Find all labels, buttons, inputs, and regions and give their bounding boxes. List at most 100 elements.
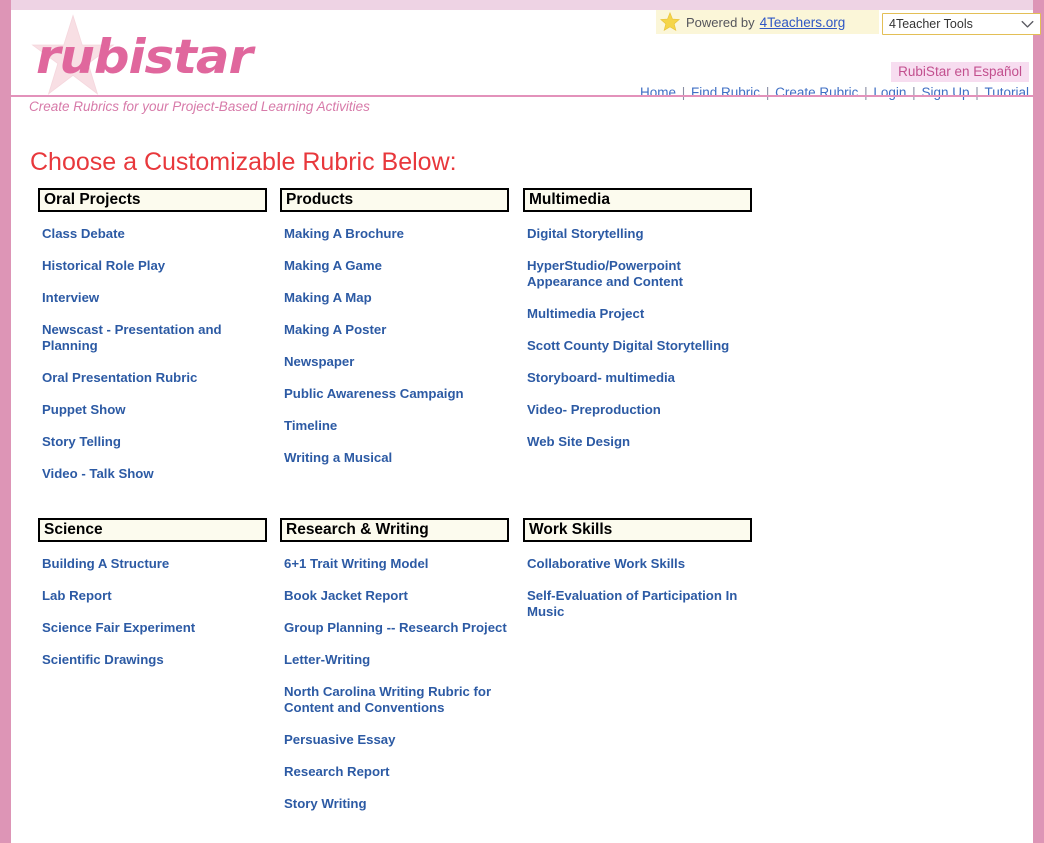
rubric-link-storyboard-multimedia[interactable]: Storyboard- multimedia xyxy=(523,362,752,394)
nav-separator: | xyxy=(971,85,983,100)
rubric-link-making-a-game[interactable]: Making A Game xyxy=(280,250,509,282)
rubric-link-making-a-map[interactable]: Making A Map xyxy=(280,282,509,314)
rubric-link-scott-county-digital-storytelling[interactable]: Scott County Digital Storytelling xyxy=(523,330,752,362)
rubric-link-hyperstudio-powerpoint-appearance-and-content[interactable]: HyperStudio/Powerpoint Appearance and Co… xyxy=(523,250,752,298)
rubric-link-story-writing[interactable]: Story Writing xyxy=(280,788,509,820)
list-item: Web Site Design xyxy=(523,426,752,458)
rubric-link-making-a-poster[interactable]: Making A Poster xyxy=(280,314,509,346)
rubric-link-6-1-trait-writing-model[interactable]: 6+1 Trait Writing Model xyxy=(280,548,509,580)
rubric-link-writing-a-musical[interactable]: Writing a Musical xyxy=(280,442,509,474)
rubric-link-group-planning-research-project[interactable]: Group Planning -- Research Project xyxy=(280,612,509,644)
rubric-link-digital-storytelling[interactable]: Digital Storytelling xyxy=(523,218,752,250)
rubric-link-web-site-design[interactable]: Web Site Design xyxy=(523,426,752,458)
rubric-link-timeline[interactable]: Timeline xyxy=(280,410,509,442)
header-divider xyxy=(11,95,1033,97)
list-item: Story Writing xyxy=(280,788,509,820)
rubric-link-collaborative-work-skills[interactable]: Collaborative Work Skills xyxy=(523,548,752,580)
list-item: Building A Structure xyxy=(38,548,267,580)
list-item: Video - Talk Show xyxy=(38,458,267,490)
site-logo[interactable]: rubistar xyxy=(16,12,316,100)
list-item: Persuasive Essay xyxy=(280,724,509,756)
rubric-link-multimedia-project[interactable]: Multimedia Project xyxy=(523,298,752,330)
rubric-link-making-a-brochure[interactable]: Making A Brochure xyxy=(280,218,509,250)
nav-link-login[interactable]: Login xyxy=(873,85,906,100)
rubric-link-self-evaluation-of-participation-in-music[interactable]: Self-Evaluation of Participation In Musi… xyxy=(523,580,752,628)
rubric-link-class-debate[interactable]: Class Debate xyxy=(38,218,267,250)
four-teachers-link[interactable]: 4Teachers.org xyxy=(760,15,846,30)
nav-link-tutorial[interactable]: Tutorial xyxy=(984,85,1029,100)
nav-link-find-rubric[interactable]: Find Rubric xyxy=(691,85,760,100)
rubric-link-story-telling[interactable]: Story Telling xyxy=(38,426,267,458)
page-left-border xyxy=(0,0,11,843)
rubric-link-public-awareness-campaign[interactable]: Public Awareness Campaign xyxy=(280,378,509,410)
page-root: rubistar Powered by 4Teachers.org 4Teach… xyxy=(0,0,1044,843)
nav-separator: | xyxy=(860,85,872,100)
rubric-link-letter-writing[interactable]: Letter-Writing xyxy=(280,644,509,676)
category-title: Oral Projects xyxy=(44,191,141,209)
rubric-link-newscast-presentation-and-planning[interactable]: Newscast - Presentation and Planning xyxy=(38,314,267,362)
list-item: Collaborative Work Skills xyxy=(523,548,752,580)
nav-link-create-rubric[interactable]: Create Rubric xyxy=(775,85,858,100)
page-top-band xyxy=(11,0,1033,10)
rubric-link-interview[interactable]: Interview xyxy=(38,282,267,314)
espanol-link[interactable]: RubiStar en Español xyxy=(891,62,1029,82)
category-work-skills: Work Skills Collaborative Work Skills Self… xyxy=(523,518,752,628)
tools-select-value: 4Teacher Tools xyxy=(889,17,973,31)
list-item: Making A Brochure xyxy=(280,218,509,250)
tools-select[interactable]: 4Teacher Tools xyxy=(882,13,1041,35)
list-item: Oral Presentation Rubric xyxy=(38,362,267,394)
rubric-list-products: Making A Brochure Making A Game Making A M… xyxy=(280,218,509,474)
rubric-link-building-a-structure[interactable]: Building A Structure xyxy=(38,548,267,580)
rubric-link-lab-report[interactable]: Lab Report xyxy=(38,580,267,612)
list-item: Newspaper xyxy=(280,346,509,378)
list-item: Puppet Show xyxy=(38,394,267,426)
list-item: Interview xyxy=(38,282,267,314)
rubric-list-multimedia: Digital Storytelling HyperStudio/Powerpoi… xyxy=(523,218,752,458)
rubric-link-book-jacket-report[interactable]: Book Jacket Report xyxy=(280,580,509,612)
category-title: Products xyxy=(286,191,354,209)
list-item: Lab Report xyxy=(38,580,267,612)
list-item: Making A Poster xyxy=(280,314,509,346)
list-item: Multimedia Project xyxy=(523,298,752,330)
rubric-link-research-report[interactable]: Research Report xyxy=(280,756,509,788)
list-item: Research Report xyxy=(280,756,509,788)
list-item: Science Fair Experiment xyxy=(38,612,267,644)
list-item: Group Planning -- Research Project xyxy=(280,612,509,644)
list-item: Story Telling xyxy=(38,426,267,458)
category-header-work-skills: Work Skills xyxy=(523,518,752,542)
rubric-list-research-writing: 6+1 Trait Writing Model Book Jacket Repor… xyxy=(280,548,509,820)
powered-by-badge[interactable]: Powered by 4Teachers.org xyxy=(656,10,879,34)
site-logo-text: rubistar xyxy=(36,30,253,85)
list-item: HyperStudio/Powerpoint Appearance and Co… xyxy=(523,250,752,298)
rubric-link-oral-presentation-rubric[interactable]: Oral Presentation Rubric xyxy=(38,362,267,394)
nav-separator: | xyxy=(908,85,920,100)
rubric-link-historical-role-play[interactable]: Historical Role Play xyxy=(38,250,267,282)
rubric-link-scientific-drawings[interactable]: Scientific Drawings xyxy=(38,644,267,676)
list-item: Historical Role Play xyxy=(38,250,267,282)
rubric-link-video-preproduction[interactable]: Video- Preproduction xyxy=(523,394,752,426)
list-item: Class Debate xyxy=(38,218,267,250)
rubric-link-north-carolina-writing-rubric-for-content-and-conventions[interactable]: North Carolina Writing Rubric for Conten… xyxy=(280,676,509,724)
rubric-link-video-talk-show[interactable]: Video - Talk Show xyxy=(38,458,267,490)
star-icon xyxy=(660,12,680,32)
category-header-research-writing: Research & Writing xyxy=(280,518,509,542)
rubric-list-work-skills: Collaborative Work Skills Self-Evaluation… xyxy=(523,548,752,628)
category-header-multimedia: Multimedia xyxy=(523,188,752,212)
list-item: Book Jacket Report xyxy=(280,580,509,612)
nav-link-home[interactable]: Home xyxy=(640,85,676,100)
nav-link-sign-up[interactable]: Sign Up xyxy=(921,85,969,100)
list-item: Digital Storytelling xyxy=(523,218,752,250)
rubric-link-persuasive-essay[interactable]: Persuasive Essay xyxy=(280,724,509,756)
rubric-link-newspaper[interactable]: Newspaper xyxy=(280,346,509,378)
site-header: rubistar Powered by 4Teachers.org 4Teach… xyxy=(11,10,1041,100)
nav-separator: | xyxy=(762,85,774,100)
rubric-link-puppet-show[interactable]: Puppet Show xyxy=(38,394,267,426)
category-research-writing: Research & Writing 6+1 Trait Writing Mode… xyxy=(280,518,509,820)
category-title: Multimedia xyxy=(529,191,610,209)
category-multimedia: Multimedia Digital Storytelling HyperStudi… xyxy=(523,188,752,458)
list-item: Storyboard- multimedia xyxy=(523,362,752,394)
chevron-down-icon xyxy=(1021,20,1034,28)
page-right-border xyxy=(1033,0,1044,843)
rubric-link-science-fair-experiment[interactable]: Science Fair Experiment xyxy=(38,612,267,644)
category-header-products: Products xyxy=(280,188,509,212)
